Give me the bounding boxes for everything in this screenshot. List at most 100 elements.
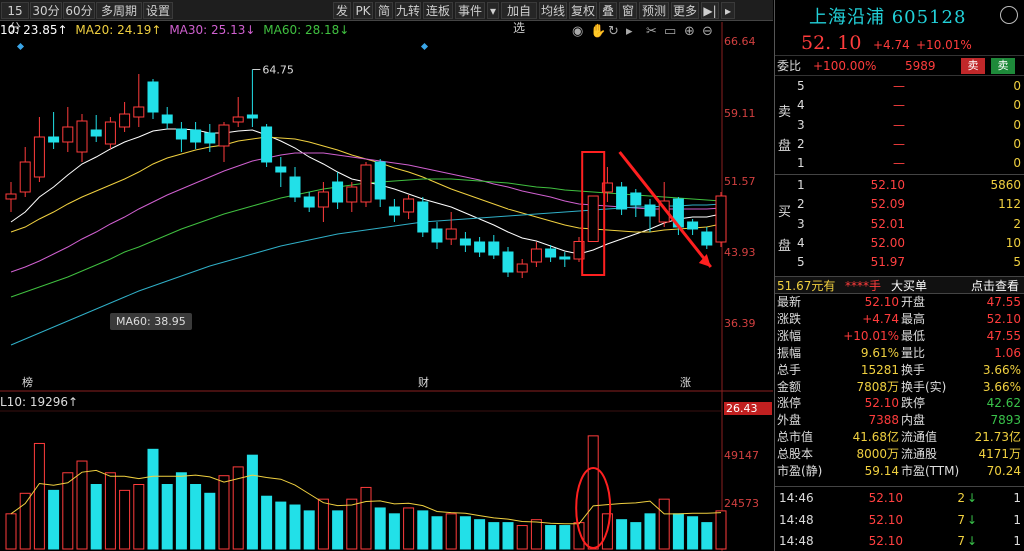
volume-bar-down [275, 501, 287, 550]
weibi-diff: 5989 [905, 59, 936, 73]
candle-down [616, 186, 628, 210]
quote-value: 59.14 [864, 464, 899, 478]
volume-bar-up [587, 435, 599, 550]
level-price: 52.01 [870, 216, 905, 231]
quote-value: 52.10 [986, 311, 1021, 326]
volume-bar-down [161, 484, 173, 550]
volume-bar-down [701, 522, 713, 550]
candle-up [76, 120, 88, 153]
candle-up [360, 164, 372, 203]
quote-value: 7808万 [856, 379, 899, 394]
quote-row: 总股本 8000万 流通股 4171万 [775, 446, 1024, 463]
price-axis-label: 36.39 [724, 317, 756, 330]
volume-bar-down [246, 454, 258, 550]
sell-level-row[interactable]: 5 — 0 [775, 77, 1024, 96]
quote-value: 15281 [860, 362, 899, 377]
volume-bar-down [459, 516, 471, 550]
book-separator [775, 174, 1024, 175]
candle-down [431, 228, 443, 243]
quote-row: 金额 7808万 换手(实) 3.66% [775, 379, 1024, 396]
candle-up [104, 121, 116, 145]
buy-button[interactable]: 卖 [991, 58, 1015, 74]
level: 2 [797, 197, 805, 212]
candle-down [559, 256, 571, 260]
quote-key: 内盘 [901, 413, 926, 428]
quote-key: 振幅 [777, 345, 802, 360]
sell-level-row[interactable]: 3 — 0 [775, 116, 1024, 135]
big-order-price: 51.67元有 [777, 279, 836, 293]
volume-bar-up [33, 442, 45, 550]
stock-header: 上海沿浦 605128 52. 10 +4.74 +10.01% [775, 0, 1024, 56]
candle-up [119, 113, 131, 128]
quote-key: 流通值 [901, 430, 938, 445]
volume-bar-up [218, 475, 230, 550]
big-order-link[interactable]: 点击查看 [971, 277, 1019, 295]
quote-key: 总股本 [777, 447, 814, 462]
tick-row: 14:48 52.10 7 ↓ 1 [775, 530, 1024, 551]
level-price: — [893, 79, 905, 93]
quote-value: +4.74 [862, 311, 899, 326]
weibi-row: 委比 +100.00% 5989 卖 卖 [775, 56, 1024, 76]
volume-bar-up [530, 519, 542, 550]
candle-down [204, 132, 216, 144]
buy-level-row[interactable]: 5 51.97 5 [775, 253, 1024, 272]
tick-row: 14:46 52.10 2 ↓ 1 [775, 487, 1024, 509]
candle-down [275, 166, 287, 173]
candle-down [161, 114, 173, 124]
tick-volume: 7 [957, 534, 965, 548]
quote-value: 8000万 [856, 447, 899, 462]
level: 3 [797, 216, 805, 231]
volume-bar-up [317, 498, 329, 550]
buy-level-row[interactable]: 2 52.09 112 [775, 195, 1024, 214]
candle-up [218, 124, 230, 147]
candle-down [246, 114, 258, 119]
candle-down [388, 206, 400, 216]
volume-bar-down [289, 504, 301, 550]
level-volume: 0 [1013, 156, 1021, 171]
sell-button[interactable]: 卖 [961, 58, 985, 74]
tick-time: 14:46 [779, 491, 814, 505]
volume-bar-up [360, 486, 372, 550]
level-price: — [893, 98, 905, 113]
chart-area[interactable]: 15分 30分 60分 多周期 设置发 PK 简九转 连板 事件 ▾ 加自选 均线 复权叠窗预测 更多 ▶|… [0, 0, 773, 551]
settings-icon[interactable] [1000, 6, 1018, 24]
volume-bar-up [104, 472, 116, 550]
sell-level-row[interactable]: 4 — 0 [775, 96, 1024, 115]
level: 3 [797, 117, 805, 132]
kline-chart[interactable]: 64.75 榜 财 涨 [0, 0, 773, 551]
quote-key: 量比 [901, 345, 926, 360]
quote-key: 最高 [901, 311, 926, 326]
quote-key: 市盈(TTM) [901, 464, 960, 478]
sell-level-row[interactable]: 1 — 0 [775, 154, 1024, 173]
marker-cai: 财 [418, 375, 429, 389]
volume-legend: L10: 19296↑ [0, 395, 79, 409]
big-order-bar[interactable]: 51.67元有 ****手 大买单 点击查看 [775, 276, 1024, 294]
level: 5 [797, 79, 805, 93]
candle-up [516, 263, 528, 273]
quote-panel: 上海沿浦 605128 52. 10 +4.74 +10.01% 委比 +100… [774, 0, 1024, 551]
tick-volume: 7 [957, 512, 965, 527]
volume-bar-up [346, 498, 358, 550]
quote-key: 涨跌 [777, 311, 802, 326]
weibi-label: 委比 [777, 59, 802, 73]
volume-bar-down [672, 513, 684, 550]
volume-bar-down [559, 525, 571, 550]
level: 1 [797, 156, 805, 171]
quote-value: 4171万 [978, 447, 1021, 462]
level-volume: 5 [1013, 255, 1021, 270]
tick-time: 14:48 [779, 512, 814, 527]
quote-key: 金额 [777, 379, 802, 394]
buy-level-row[interactable]: 4 52.00 10 [775, 234, 1024, 253]
buy-level-row[interactable]: 3 52.01 2 [775, 215, 1024, 234]
candle-down [417, 201, 429, 233]
buy-level-row[interactable]: 1 52.10 5860 [775, 176, 1024, 195]
quote-key: 最低 [901, 328, 926, 343]
price-axis-label: 59.11 [724, 107, 756, 120]
sell-level-row[interactable]: 2 — 0 [775, 135, 1024, 154]
candle-up [33, 136, 45, 178]
candle-up [445, 228, 457, 240]
volume-bar-up [5, 513, 17, 550]
level-volume: 0 [1013, 79, 1021, 93]
quote-value: 42.62 [986, 396, 1021, 411]
volume-current-label: 26.43 [724, 402, 772, 415]
